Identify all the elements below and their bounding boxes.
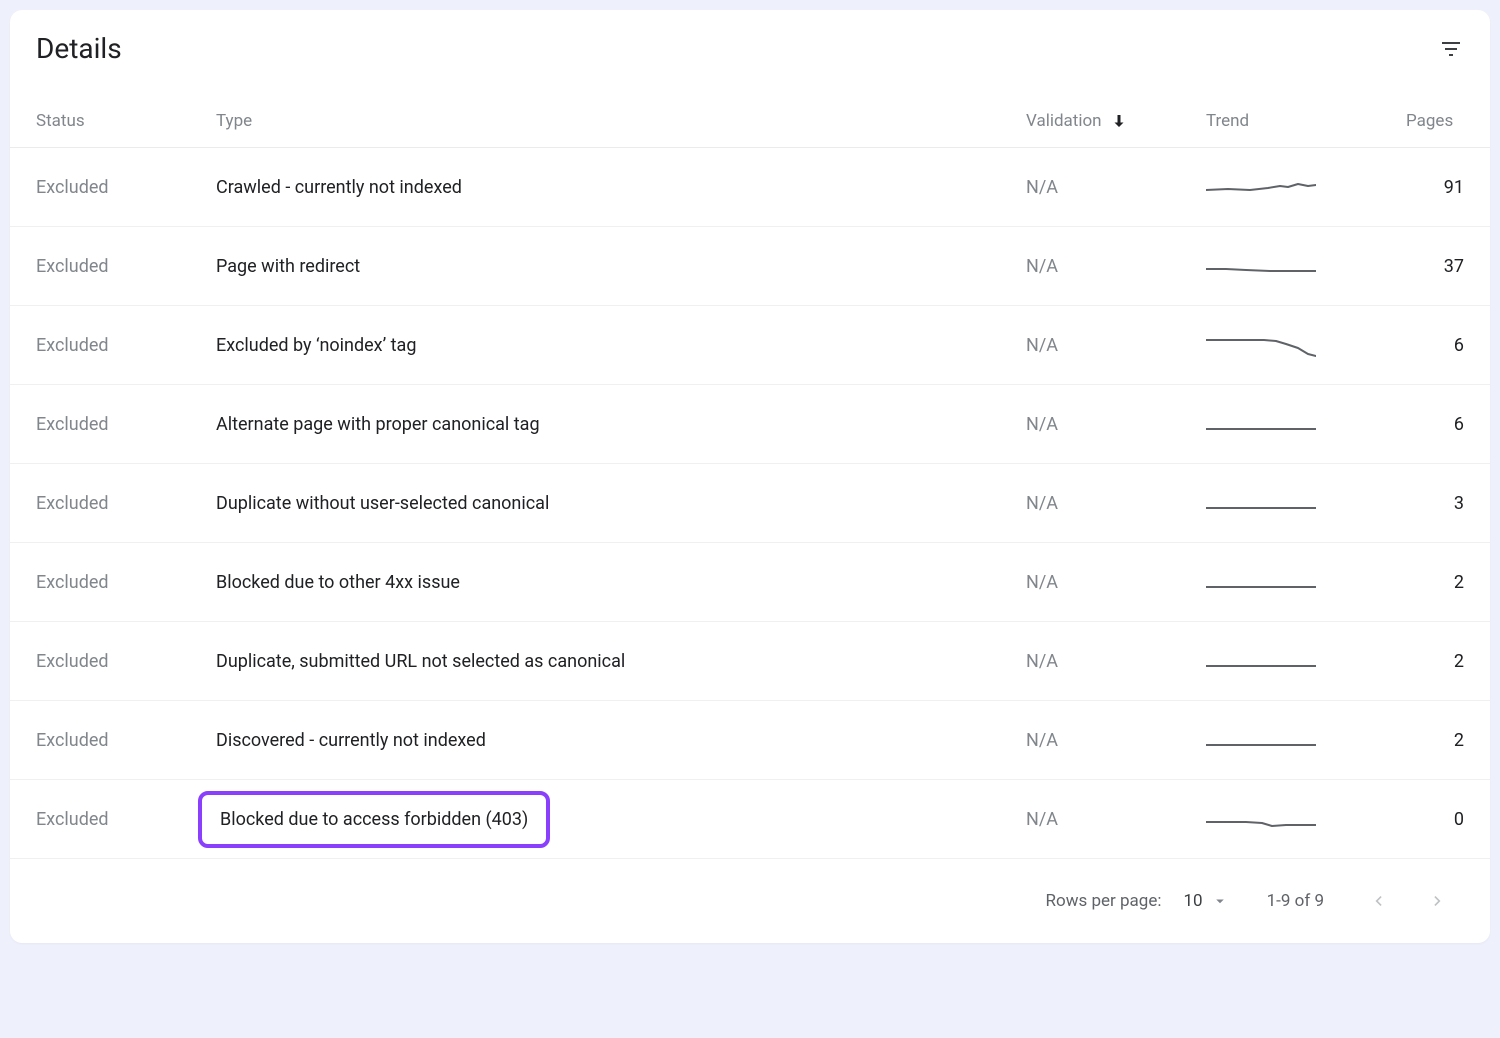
cell-trend bbox=[1180, 701, 1380, 780]
sparkline bbox=[1206, 172, 1316, 202]
card-title: Details bbox=[36, 32, 122, 65]
sparkline bbox=[1206, 409, 1316, 439]
cell-type: Duplicate without user-selected canonica… bbox=[190, 464, 1000, 543]
cell-validation: N/A bbox=[1000, 622, 1180, 701]
cell-validation: N/A bbox=[1000, 543, 1180, 622]
cell-trend bbox=[1180, 306, 1380, 385]
column-header-validation[interactable]: Validation bbox=[1000, 95, 1180, 148]
cell-status: Excluded bbox=[10, 780, 190, 859]
details-card: Details Status Type Validation Trend Pag… bbox=[10, 10, 1490, 943]
cell-trend bbox=[1180, 780, 1380, 859]
cell-validation: N/A bbox=[1000, 306, 1180, 385]
page-range: 1-9 of 9 bbox=[1267, 891, 1324, 911]
cell-type: Alternate page with proper canonical tag bbox=[190, 385, 1000, 464]
cell-validation: N/A bbox=[1000, 227, 1180, 306]
cell-status: Excluded bbox=[10, 622, 190, 701]
column-header-trend[interactable]: Trend bbox=[1180, 95, 1380, 148]
cell-type: Blocked due to access forbidden (403) bbox=[190, 780, 1000, 859]
next-page-button[interactable] bbox=[1422, 885, 1454, 917]
chevron-left-icon bbox=[1368, 891, 1388, 911]
cell-status: Excluded bbox=[10, 701, 190, 780]
table-row[interactable]: ExcludedExcluded by ‘noindex’ tagN/A 6 bbox=[10, 306, 1490, 385]
cell-pages: 6 bbox=[1380, 306, 1490, 385]
sparkline bbox=[1206, 804, 1316, 834]
cell-pages: 0 bbox=[1380, 780, 1490, 859]
cell-type: Discovered - currently not indexed bbox=[190, 701, 1000, 780]
column-header-status[interactable]: Status bbox=[10, 95, 190, 148]
chevron-down-icon bbox=[1211, 892, 1229, 910]
sparkline bbox=[1206, 330, 1316, 360]
rows-per-page-select[interactable]: 10 bbox=[1183, 891, 1228, 911]
column-header-pages[interactable]: Pages bbox=[1380, 95, 1490, 148]
cell-trend bbox=[1180, 622, 1380, 701]
cell-pages: 2 bbox=[1380, 543, 1490, 622]
cell-trend bbox=[1180, 227, 1380, 306]
cell-pages: 2 bbox=[1380, 701, 1490, 780]
cell-status: Excluded bbox=[10, 306, 190, 385]
chevron-right-icon bbox=[1428, 891, 1448, 911]
table-row[interactable]: ExcludedDuplicate, submitted URL not sel… bbox=[10, 622, 1490, 701]
cell-pages: 91 bbox=[1380, 148, 1490, 227]
table-row[interactable]: ExcludedDiscovered - currently not index… bbox=[10, 701, 1490, 780]
filter-icon[interactable] bbox=[1438, 36, 1464, 62]
cell-trend bbox=[1180, 543, 1380, 622]
sparkline bbox=[1206, 567, 1316, 597]
highlight-box: Blocked due to access forbidden (403) bbox=[198, 791, 550, 848]
card-header: Details bbox=[10, 32, 1490, 95]
table-row[interactable]: ExcludedAlternate page with proper canon… bbox=[10, 385, 1490, 464]
table-row[interactable]: ExcludedBlocked due to access forbidden … bbox=[10, 780, 1490, 859]
table-header-row: Status Type Validation Trend Pages bbox=[10, 95, 1490, 148]
cell-status: Excluded bbox=[10, 385, 190, 464]
table-row[interactable]: ExcludedPage with redirectN/A 37 bbox=[10, 227, 1490, 306]
cell-type: Blocked due to other 4xx issue bbox=[190, 543, 1000, 622]
cell-status: Excluded bbox=[10, 464, 190, 543]
sparkline bbox=[1206, 251, 1316, 281]
table-row[interactable]: ExcludedBlocked due to other 4xx issueN/… bbox=[10, 543, 1490, 622]
cell-status: Excluded bbox=[10, 543, 190, 622]
sparkline bbox=[1206, 725, 1316, 755]
sparkline bbox=[1206, 646, 1316, 676]
cell-validation: N/A bbox=[1000, 780, 1180, 859]
pagination-bar: Rows per page: 10 1-9 of 9 bbox=[10, 859, 1490, 923]
cell-pages: 2 bbox=[1380, 622, 1490, 701]
cell-validation: N/A bbox=[1000, 464, 1180, 543]
sparkline bbox=[1206, 488, 1316, 518]
sort-descending-icon bbox=[1110, 112, 1128, 130]
cell-status: Excluded bbox=[10, 148, 190, 227]
details-table: Status Type Validation Trend Pages Exclu… bbox=[10, 95, 1490, 859]
pagination-nav bbox=[1362, 885, 1454, 917]
column-header-type[interactable]: Type bbox=[190, 95, 1000, 148]
cell-validation: N/A bbox=[1000, 148, 1180, 227]
rows-per-page: Rows per page: 10 bbox=[1046, 891, 1229, 911]
table-row[interactable]: ExcludedDuplicate without user-selected … bbox=[10, 464, 1490, 543]
cell-pages: 37 bbox=[1380, 227, 1490, 306]
rows-per-page-label: Rows per page: bbox=[1046, 891, 1162, 911]
column-header-validation-label: Validation bbox=[1026, 111, 1102, 131]
cell-trend bbox=[1180, 385, 1380, 464]
cell-trend bbox=[1180, 148, 1380, 227]
previous-page-button[interactable] bbox=[1362, 885, 1394, 917]
cell-trend bbox=[1180, 464, 1380, 543]
cell-pages: 3 bbox=[1380, 464, 1490, 543]
cell-status: Excluded bbox=[10, 227, 190, 306]
cell-validation: N/A bbox=[1000, 701, 1180, 780]
cell-type: Crawled - currently not indexed bbox=[190, 148, 1000, 227]
cell-type: Excluded by ‘noindex’ tag bbox=[190, 306, 1000, 385]
rows-per-page-value: 10 bbox=[1183, 891, 1202, 911]
table-row[interactable]: ExcludedCrawled - currently not indexedN… bbox=[10, 148, 1490, 227]
cell-type: Page with redirect bbox=[190, 227, 1000, 306]
cell-type: Duplicate, submitted URL not selected as… bbox=[190, 622, 1000, 701]
cell-validation: N/A bbox=[1000, 385, 1180, 464]
cell-pages: 6 bbox=[1380, 385, 1490, 464]
